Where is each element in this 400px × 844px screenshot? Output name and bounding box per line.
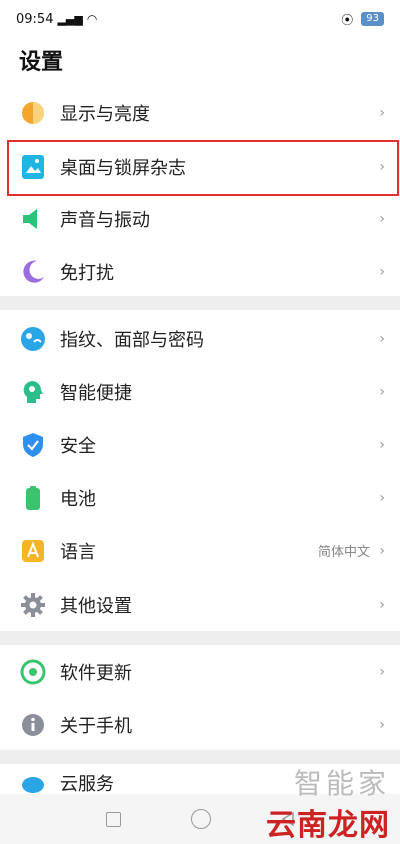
settings-item-label: 软件更新 [60, 662, 132, 684]
settings-item-label: 显示与亮度 [60, 103, 150, 125]
chevron-right-icon: › [379, 263, 385, 280]
language-icon [20, 538, 46, 564]
group-divider [0, 296, 400, 310]
chevron-right-icon: › [379, 210, 385, 227]
status-bar: 09:54 ▂▄▆ ◠ ⦿ 93 [0, 0, 400, 38]
battery-indicator: 93 [361, 12, 384, 26]
gear-icon [20, 592, 46, 618]
chevron-right-icon: › [379, 104, 385, 121]
settings-item-about[interactable]: 关于手机 › [0, 698, 400, 751]
settings-item-label: 免打扰 [60, 262, 114, 284]
settings-item-value: 简体中文 [317, 545, 370, 560]
page-title: 设置 [19, 50, 64, 75]
moon-icon [20, 259, 46, 285]
chevron-right-icon: › [379, 436, 385, 453]
wifi-icon: ◠ [86, 12, 98, 26]
vibrate-icon: ⦿ [341, 12, 354, 27]
battery-icon [20, 485, 46, 511]
smart-head-icon [20, 379, 46, 405]
signal-icon: ▂▄▆ [57, 12, 83, 26]
info-icon [20, 712, 46, 738]
group-divider [0, 631, 400, 645]
chevron-right-icon: › [379, 489, 385, 506]
home-button[interactable] [190, 809, 211, 829]
settings-item-label: 指纹、面部与密码 [60, 329, 204, 351]
settings-item-label: 安全 [60, 435, 96, 457]
chevron-right-icon: › [379, 542, 385, 559]
shield-icon [20, 432, 46, 458]
chevron-right-icon: › [379, 330, 385, 347]
settings-item-label: 其他设置 [60, 595, 132, 617]
settings-item-do-not-disturb[interactable]: 免打扰 › [0, 245, 400, 298]
settings-item-label: 云服务 [60, 774, 114, 794]
chevron-right-icon: › [379, 716, 385, 733]
settings-item-label: 电池 [60, 488, 96, 510]
settings-item-label: 智能便捷 [60, 382, 132, 404]
status-right: ⦿ 93 [341, 11, 384, 28]
settings-item-display[interactable]: 显示与亮度 › [0, 86, 400, 139]
settings-item-label: 关于手机 [60, 715, 132, 737]
update-icon [20, 659, 46, 685]
settings-item-software-update[interactable]: 软件更新 › [0, 645, 400, 698]
watermark-top: 智能家 [293, 767, 390, 800]
highlight-box [7, 140, 399, 196]
settings-item-language[interactable]: 语言 简体中文 › [0, 524, 400, 577]
cloud-icon [20, 772, 46, 794]
settings-item-other[interactable]: 其他设置 › [0, 578, 400, 631]
settings-item-label: 声音与振动 [60, 209, 150, 231]
settings-item-sound[interactable]: 声音与振动 › [0, 192, 400, 245]
fingerprint-face-icon [20, 326, 46, 352]
status-time: 09:54 [16, 11, 54, 27]
chevron-right-icon: › [379, 596, 385, 613]
settings-item-smart[interactable]: 智能便捷 › [0, 365, 400, 418]
settings-item-battery[interactable]: 电池 › [0, 471, 400, 524]
settings-item-label: 语言 [60, 541, 96, 563]
recents-button[interactable] [105, 811, 121, 827]
speaker-icon [20, 206, 46, 232]
settings-item-security[interactable]: 安全 › [0, 418, 400, 471]
watermark-bottom: 云南龙网 [266, 808, 390, 843]
chevron-right-icon: › [379, 383, 385, 400]
status-left: 09:54 ▂▄▆ ◠ [16, 12, 97, 27]
display-brightness-icon [20, 100, 46, 126]
chevron-right-icon: › [379, 663, 385, 680]
settings-item-fingerprint[interactable]: 指纹、面部与密码 › [0, 312, 400, 365]
